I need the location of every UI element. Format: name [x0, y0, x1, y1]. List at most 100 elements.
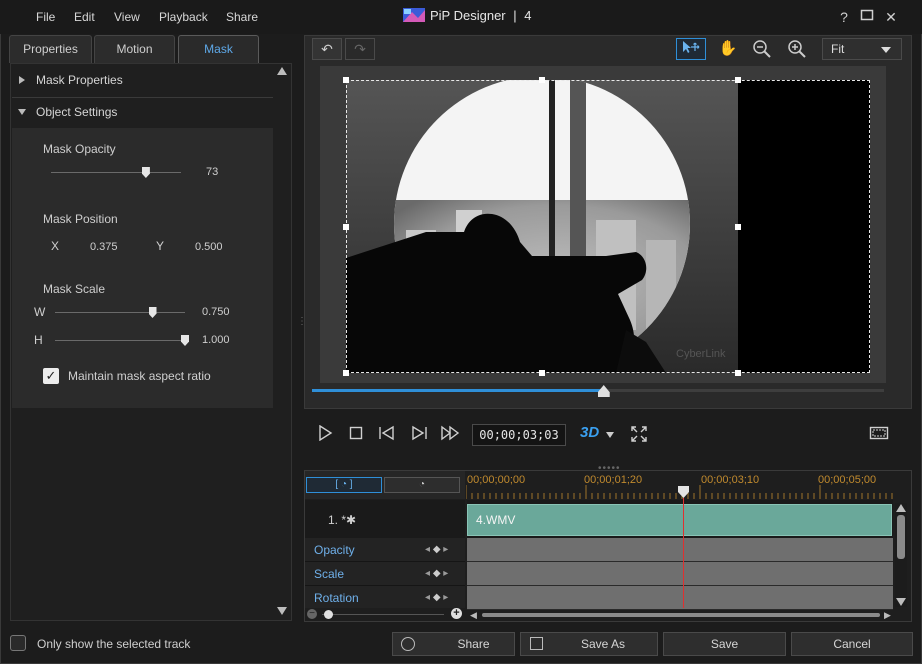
- keyframe-nav-opacity[interactable]: ◂ ◆ ▸: [425, 538, 448, 562]
- 3d-dropdown-icon[interactable]: [606, 432, 614, 438]
- undo-button[interactable]: ↶: [312, 38, 342, 60]
- fast-forward-button[interactable]: [440, 425, 462, 447]
- zoom-out-button[interactable]: [751, 38, 775, 60]
- clip-name: 4.WMV: [476, 513, 516, 527]
- mask-opacity-slider[interactable]: [51, 172, 181, 173]
- fullscreen-icon: [631, 426, 647, 442]
- mask-position-y-value[interactable]: 0.500: [195, 241, 223, 253]
- tab-properties[interactable]: Properties: [9, 35, 92, 63]
- next-frame-button[interactable]: [408, 425, 430, 447]
- cancel-button[interactable]: Cancel: [791, 632, 913, 656]
- keyframe-track-opacity[interactable]: Opacity ◂ ◆ ▸: [305, 538, 465, 562]
- resize-handle-tr[interactable]: [735, 77, 741, 83]
- mask-position-x-value[interactable]: 0.375: [90, 241, 118, 253]
- select-move-button[interactable]: [676, 38, 706, 60]
- timeline-mode-clip-button[interactable]: [ ◔ ]: [306, 477, 382, 493]
- mask-properties-header[interactable]: Mask Properties: [12, 65, 273, 95]
- zoom-out-icon: [753, 40, 771, 58]
- selection-box[interactable]: [346, 80, 870, 373]
- resize-handle-br[interactable]: [735, 370, 741, 376]
- hand-tool-icon[interactable]: ✋: [716, 38, 740, 60]
- timecode-display[interactable]: 00;00;03;03: [472, 424, 566, 446]
- mask-properties-label: Mask Properties: [36, 73, 123, 87]
- mask-scale-w-slider[interactable]: [55, 312, 185, 313]
- menu-edit[interactable]: Edit: [74, 10, 95, 24]
- 3d-mode-button[interactable]: 3D: [580, 424, 599, 441]
- only-selected-track-label: Only show the selected track: [37, 637, 191, 651]
- mask-scale-label: Mask Scale: [43, 282, 106, 296]
- keyframe-nav-rotation[interactable]: ◂ ◆ ▸: [425, 586, 448, 610]
- play-button[interactable]: [314, 424, 336, 447]
- resize-handle-bl[interactable]: [343, 370, 349, 376]
- timeline-zoom-thumb[interactable]: [324, 610, 333, 619]
- timeline-zoom-in-icon[interactable]: +: [451, 608, 462, 619]
- timeline-clip[interactable]: 4.WMV: [467, 504, 892, 536]
- resize-handle-bottom[interactable]: [539, 370, 545, 376]
- expanded-arrow-icon: [18, 109, 26, 115]
- globe-icon: [401, 637, 415, 651]
- playhead-line: [683, 498, 684, 608]
- menu-playback[interactable]: Playback: [159, 10, 208, 24]
- mask-position-y-label: Y: [156, 239, 165, 253]
- maximize-button[interactable]: [858, 8, 876, 26]
- timeline-scroll-down-icon[interactable]: [896, 598, 906, 606]
- tab-mask[interactable]: Mask: [178, 35, 259, 63]
- video-track-name: 1. *✱: [328, 513, 357, 527]
- hscroll-left-icon[interactable]: ◀: [470, 610, 477, 621]
- mask-scale-h-value: 1.000: [202, 334, 230, 346]
- mask-position-x-label: X: [51, 239, 60, 253]
- menu-share[interactable]: Share: [226, 10, 258, 24]
- panel-scrollbar[interactable]: [276, 66, 288, 618]
- maximize-icon: [860, 9, 874, 21]
- tab-motion[interactable]: Motion: [94, 35, 175, 63]
- menu-file[interactable]: File: [36, 10, 55, 24]
- resize-handle-right[interactable]: [735, 224, 741, 230]
- keyframe-nav-scale[interactable]: ◂ ◆ ▸: [425, 562, 448, 586]
- mask-scale-h-slider[interactable]: [55, 340, 185, 341]
- keyframe-track-rotation[interactable]: Rotation ◂ ◆ ▸: [305, 586, 465, 610]
- resize-handle-top[interactable]: [539, 77, 545, 83]
- rotation-keyframe-lane[interactable]: [467, 586, 893, 610]
- menu-view[interactable]: View: [114, 10, 140, 24]
- floppy-disk-icon: [530, 637, 543, 650]
- stop-icon: [349, 426, 363, 440]
- resize-handle-left[interactable]: [343, 224, 349, 230]
- opacity-keyframe-lane[interactable]: [467, 538, 893, 562]
- save-as-button[interactable]: Save As: [520, 632, 658, 656]
- redo-button[interactable]: ↷: [345, 38, 375, 60]
- fit-select-value: Fit: [831, 42, 845, 56]
- collapsed-arrow-icon: [19, 76, 25, 84]
- previous-frame-button[interactable]: [376, 425, 398, 447]
- close-button[interactable]: ✕: [882, 8, 900, 26]
- zoom-fit-select[interactable]: Fit: [822, 38, 902, 60]
- timeline-zoom-slider[interactable]: [322, 614, 444, 615]
- timeline-zoom-out-icon[interactable]: −: [307, 609, 317, 619]
- mask-position-label: Mask Position: [43, 212, 118, 226]
- timeline-mode-time-button[interactable]: ◔: [384, 477, 460, 493]
- timeline-scroll-up-icon[interactable]: [896, 504, 906, 512]
- safe-zone-button[interactable]: [868, 425, 890, 447]
- only-selected-track-checkbox[interactable]: [10, 635, 26, 651]
- mask-scale-h-label: H: [34, 333, 43, 347]
- object-settings-header[interactable]: Object Settings: [12, 97, 273, 127]
- keyframe-track-scale[interactable]: Scale ◂ ◆ ▸: [305, 562, 465, 586]
- zoom-in-button[interactable]: [786, 38, 810, 60]
- scale-keyframe-lane[interactable]: [467, 562, 893, 586]
- scroll-up-icon[interactable]: [277, 67, 287, 75]
- maintain-aspect-checkbox[interactable]: ✓: [43, 368, 59, 384]
- timeline-hscroll-thumb[interactable]: [482, 613, 880, 617]
- hscroll-right-icon[interactable]: ▶: [884, 610, 891, 621]
- share-button[interactable]: Share: [392, 632, 515, 656]
- stop-button[interactable]: [345, 425, 367, 447]
- mask-opacity-value: 73: [206, 166, 219, 178]
- help-button[interactable]: ?: [835, 8, 853, 26]
- next-frame-icon: [412, 425, 427, 441]
- window-title: PiP Designer | 4: [430, 8, 532, 23]
- fast-forward-icon: [441, 425, 460, 441]
- fullscreen-button[interactable]: [628, 425, 650, 447]
- resize-handle-tl[interactable]: [343, 77, 349, 83]
- save-button[interactable]: Save: [663, 632, 786, 656]
- scroll-down-icon[interactable]: [277, 607, 287, 615]
- timeline-vscroll-thumb[interactable]: [897, 515, 905, 559]
- object-settings-label: Object Settings: [36, 105, 118, 119]
